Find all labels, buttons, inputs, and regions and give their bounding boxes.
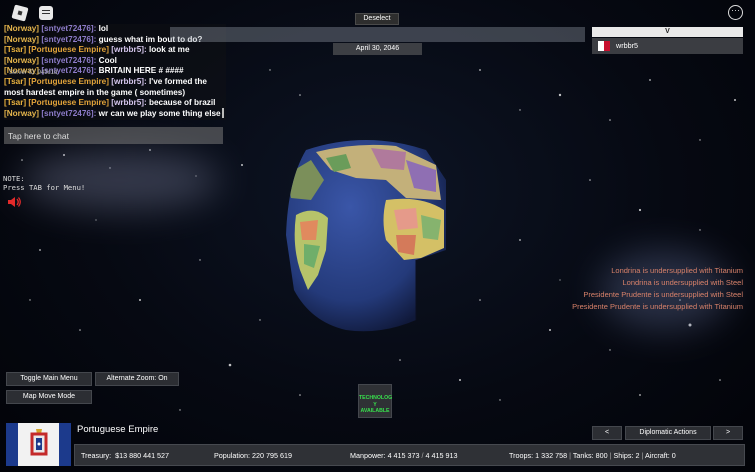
manpower-stat: Manpower: 4 415 373 / 4 415 913 — [350, 451, 458, 460]
alternate-zoom-button[interactable]: Alternate Zoom: On — [95, 372, 179, 386]
population-stat: Population: 220 795 619 — [214, 451, 292, 460]
notification-item: Londrina is undersupplied with Steel — [622, 278, 744, 287]
notification-item: Londrina is undersupplied with Titanium — [611, 266, 743, 275]
flag-icon — [6, 423, 71, 466]
note-text: Press TAB for Menu! — [3, 183, 86, 192]
chat-icon[interactable] — [39, 6, 53, 20]
supply-notifications: Londrina is undersupplied with Titanium … — [572, 265, 743, 313]
tech-label: TECHNOLOG — [359, 395, 393, 401]
chat-scrollbar[interactable] — [222, 108, 224, 118]
chat-input[interactable]: Tap here to chat — [4, 127, 223, 144]
speaker-icon[interactable] — [7, 195, 21, 209]
treasury-stat: Treasury: $13 880 441 527 — [81, 451, 170, 460]
toggle-main-menu-button[interactable]: Toggle Main Menu — [6, 372, 92, 386]
technology-available-button[interactable]: TECHNOLOG Y AVAILABLE — [358, 384, 392, 418]
military-stat: Troops: 1 332 758 | Tanks: 800 | Ships: … — [509, 451, 676, 460]
player-list-toggle[interactable]: V — [592, 27, 743, 37]
chat-message: [Tsar] [Portuguese Empire] [wrbbr5]: I'v… — [4, 76, 207, 97]
country-stats-bar: Treasury: $13 880 441 527 Population: 22… — [74, 444, 745, 466]
chat-message: [Tsar] [Portuguese Empire] [wrbbr5]: bec… — [4, 98, 216, 108]
previous-button[interactable]: < — [592, 426, 622, 440]
flag-icon — [598, 41, 610, 51]
note-title: NOTE: — [3, 174, 25, 183]
game-date: April 30, 2046 — [333, 43, 422, 55]
next-button[interactable]: > — [713, 426, 743, 440]
menu-note: NOTE: Press TAB for Menu! — [3, 174, 85, 192]
player-name: wrbbr5 — [616, 41, 638, 50]
player-list-item[interactable]: wrbbr5 — [592, 38, 743, 54]
chat-message: [Norway] [sntyet72476]: Cool — [4, 55, 117, 65]
diplomatic-actions-button[interactable]: Diplomatic Actions — [625, 426, 711, 440]
deselect-button[interactable]: Deselect — [355, 13, 399, 25]
server-id-overlay: Server ID: 943c1d — [9, 70, 58, 76]
chat-message: [Norway] [sntyet72476]: wr can we play s… — [4, 108, 221, 118]
map-move-mode-button[interactable]: Map Move Mode — [6, 390, 92, 404]
menu-icon[interactable]: ··· — [728, 5, 743, 20]
notification-item: Presidente Prudente is undersupplied wit… — [583, 290, 743, 299]
globe-map[interactable] — [286, 140, 446, 332]
top-info-bar — [170, 27, 585, 42]
chat-message: [Tsar] [Portuguese Empire] [wrbbr5]: loo… — [4, 45, 190, 55]
tech-label: Y AVAILABLE — [360, 401, 390, 415]
notification-item: Presidente Prudente is undersupplied wit… — [572, 302, 743, 311]
country-name: Portuguese Empire — [77, 424, 159, 435]
